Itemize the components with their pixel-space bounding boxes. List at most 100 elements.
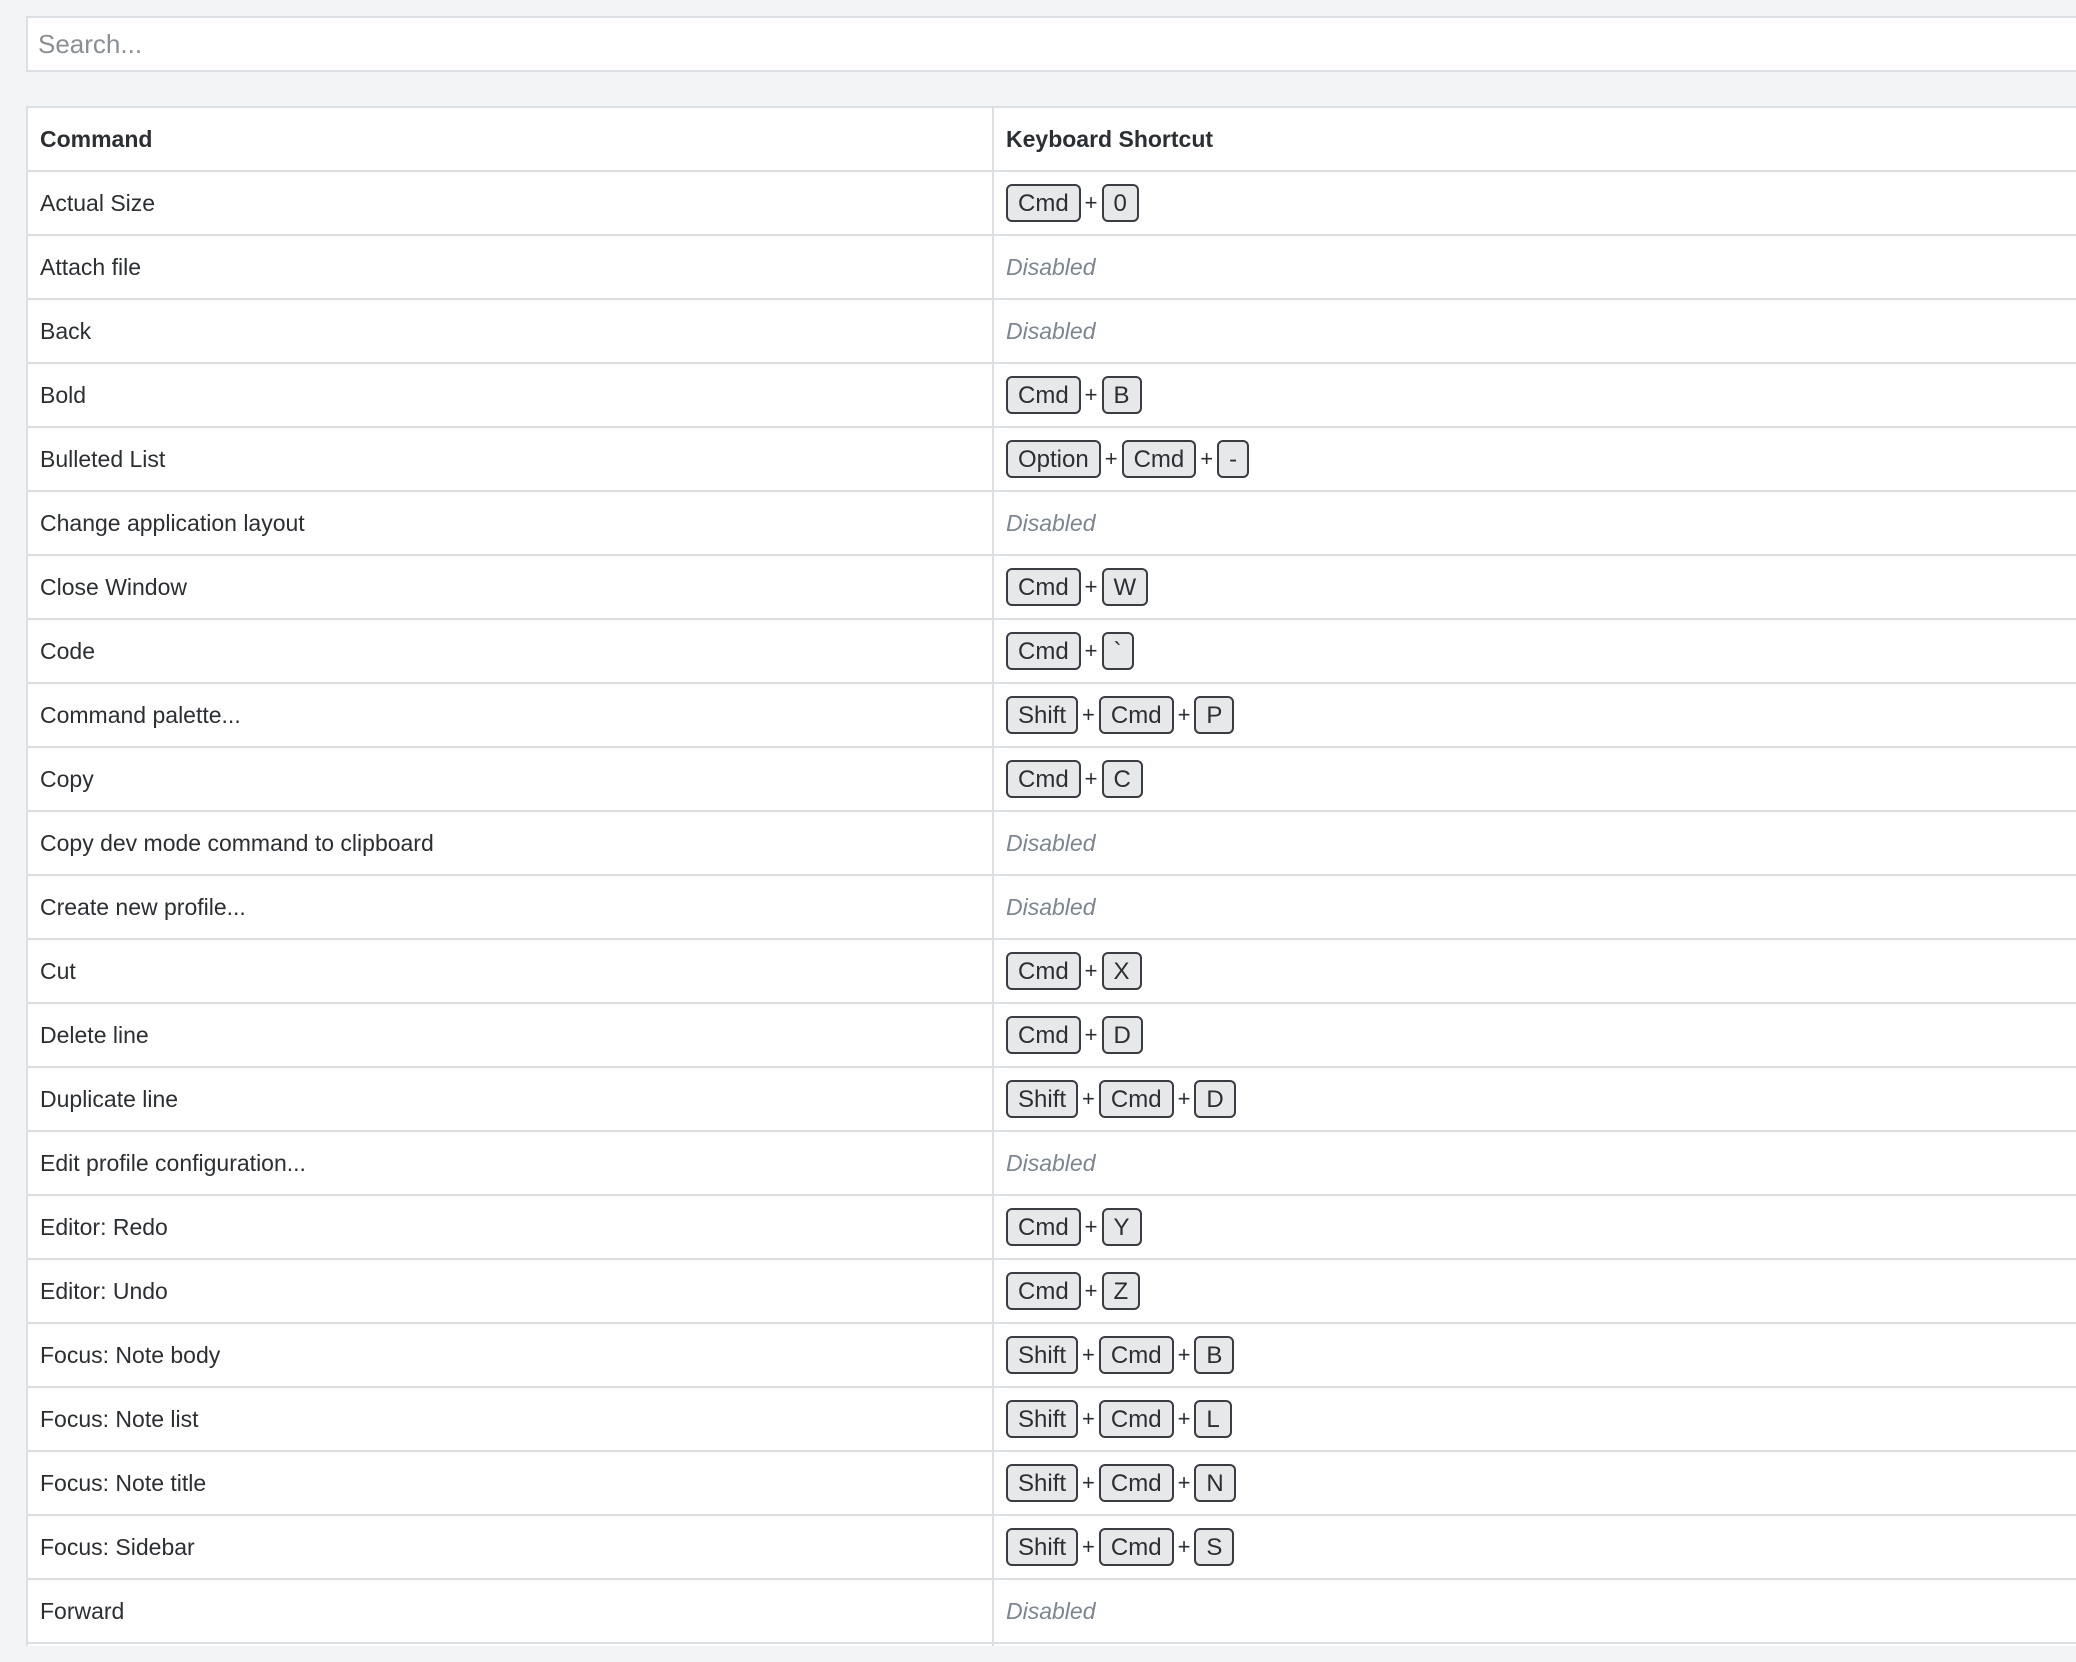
shortcut-cell[interactable]: Shift + Cmd + P <box>992 682 2076 748</box>
table-row[interactable]: Focus: Note list Shift + Cmd + L <box>26 1386 2076 1452</box>
key-cap: Cmd <box>1006 952 1081 990</box>
shortcut-cell[interactable]: Disabled <box>992 810 2076 876</box>
shortcut-cell[interactable]: Cmd + X <box>992 938 2076 1004</box>
plus-separator: + <box>1084 1022 1098 1047</box>
key-cap: X <box>1101 952 1142 990</box>
table-row[interactable]: Code Cmd + ` <box>26 618 2076 684</box>
table-row[interactable]: Forward Disabled <box>26 1578 2076 1644</box>
command-name: Editor: Redo <box>26 1194 994 1260</box>
plus-separator: + <box>1082 1406 1095 1431</box>
key-cap: Cmd <box>1006 1016 1081 1054</box>
shortcut-cell[interactable]: Shift + Cmd + B <box>992 1322 2076 1388</box>
shortcut-cell[interactable]: Disabled <box>992 234 2076 300</box>
key-cap: Cmd <box>1098 696 1174 734</box>
table-row[interactable]: Attach file Disabled <box>26 234 2076 300</box>
shortcut-cell[interactable]: Shift + Cmd + D <box>992 1066 2076 1132</box>
shortcut-keys: Cmd + X <box>1006 952 1142 990</box>
shortcut-keys: Cmd + ` <box>1006 632 1134 670</box>
shortcut-keys: Shift + Cmd + N <box>1006 1464 1236 1502</box>
search-input[interactable] <box>26 16 2076 72</box>
shortcut-cell[interactable]: Cmd + Z <box>992 1258 2076 1324</box>
key-cap: N <box>1194 1464 1236 1502</box>
table-row[interactable]: Bold Cmd + B <box>26 362 2076 428</box>
shortcut-cell[interactable]: Disabled <box>992 490 2076 556</box>
table-row[interactable]: Change application layout Disabled <box>26 490 2076 556</box>
shortcut-cell[interactable]: Shift + Cmd + S <box>992 1514 2076 1580</box>
shortcut-cell[interactable]: Cmd + D <box>992 1002 2076 1068</box>
shortcut-keys: Cmd + D <box>1006 1016 1143 1054</box>
shortcut-column-header: Keyboard Shortcut <box>992 106 2076 172</box>
plus-separator: + <box>1082 1342 1095 1367</box>
plus-separator: + <box>1177 1534 1191 1559</box>
shortcut-cell[interactable]: Option + Cmd + - <box>992 426 2076 492</box>
table-row[interactable]: Back Disabled <box>26 298 2076 364</box>
shortcut-cell[interactable]: Cmd + Y <box>992 1194 2076 1260</box>
table-row[interactable]: Editor: Undo Cmd + Z <box>26 1258 2076 1324</box>
command-name: Attach file <box>26 234 994 300</box>
table-row[interactable]: Create new profile... Disabled <box>26 874 2076 940</box>
command-column-header: Command <box>26 106 994 172</box>
key-cap: Shift <box>1006 1336 1079 1374</box>
plus-separator: + <box>1084 958 1098 983</box>
command-name: Editor: Undo <box>26 1258 994 1324</box>
key-cap: Cmd <box>1098 1400 1174 1438</box>
table-row[interactable] <box>26 1642 2076 1646</box>
key-cap: Shift <box>1006 696 1079 734</box>
table-row[interactable]: Command palette... Shift + Cmd + P <box>26 682 2076 748</box>
shortcut-cell[interactable]: Shift + Cmd + N <box>992 1450 2076 1516</box>
command-name: Close Window <box>26 554 994 620</box>
disabled-label: Disabled <box>1006 253 1096 280</box>
shortcut-cell[interactable]: Cmd + ` <box>992 618 2076 684</box>
key-cap: L <box>1194 1400 1232 1438</box>
table-row[interactable]: Copy dev mode command to clipboard Disabl… <box>26 810 2076 876</box>
key-cap: Cmd <box>1006 1272 1081 1310</box>
command-name: Actual Size <box>26 170 994 236</box>
shortcut-cell[interactable]: Disabled <box>992 298 2076 364</box>
command-name: Focus: Sidebar <box>26 1514 994 1580</box>
shortcut-cell[interactable]: Disabled <box>992 1578 2076 1644</box>
key-cap: B <box>1194 1336 1235 1374</box>
command-name: Edit profile configuration... <box>26 1130 994 1196</box>
table-row[interactable]: Copy Cmd + C <box>26 746 2076 812</box>
key-cap: 0 <box>1101 184 1139 222</box>
command-name: Create new profile... <box>26 874 994 940</box>
command-name: Forward <box>26 1578 994 1644</box>
command-name: Change application layout <box>26 490 994 556</box>
shortcut-cell[interactable]: Shift + Cmd + L <box>992 1386 2076 1452</box>
shortcut-keys: Cmd + Y <box>1006 1208 1142 1246</box>
plus-separator: + <box>1177 1342 1191 1367</box>
shortcut-keys: Shift + Cmd + B <box>1006 1336 1235 1374</box>
table-row[interactable]: Actual Size Cmd +0 <box>26 170 2076 236</box>
table-row[interactable]: Close Window Cmd + W <box>26 554 2076 620</box>
key-cap: Shift <box>1006 1464 1079 1502</box>
command-name: Bold <box>26 362 994 428</box>
shortcut-cell[interactable]: Cmd + C <box>992 746 2076 812</box>
table-row[interactable]: Bulleted List Option + Cmd + - <box>26 426 2076 492</box>
plus-separator: + <box>1084 574 1098 599</box>
shortcut-cell[interactable]: Cmd +0 <box>992 170 2076 236</box>
key-cap: B <box>1101 376 1142 414</box>
table-row[interactable]: Focus: Note body Shift + Cmd + B <box>26 1322 2076 1388</box>
key-cap: C <box>1101 760 1143 798</box>
command-name: Delete line <box>26 1002 994 1068</box>
table-row[interactable]: Editor: Redo Cmd + Y <box>26 1194 2076 1260</box>
shortcut-cell[interactable]: Cmd + W <box>992 554 2076 620</box>
shortcut-cell[interactable]: Cmd + B <box>992 362 2076 428</box>
shortcut-cell[interactable]: Disabled <box>992 1130 2076 1196</box>
command-name: Focus: Note title <box>26 1450 994 1516</box>
table-row[interactable]: Edit profile configuration... Disabled <box>26 1130 2076 1196</box>
plus-separator: + <box>1082 1470 1095 1495</box>
key-cap: Cmd <box>1006 632 1081 670</box>
table-row[interactable]: Cut Cmd + X <box>26 938 2076 1004</box>
table-row[interactable]: Delete line Cmd + D <box>26 1002 2076 1068</box>
key-cap: Cmd <box>1006 568 1081 606</box>
table-body: Actual Size Cmd +0 Attach file Disabled Back D… <box>26 170 2076 1646</box>
plus-separator: + <box>1082 1534 1095 1559</box>
table-row[interactable]: Focus: Sidebar Shift + Cmd + S <box>26 1514 2076 1580</box>
key-cap: W <box>1101 568 1149 606</box>
table-row[interactable]: Focus: Note title Shift + Cmd + N <box>26 1450 2076 1516</box>
shortcut-cell[interactable] <box>992 1642 2076 1646</box>
key-cap: Shift <box>1006 1080 1079 1118</box>
table-row[interactable]: Duplicate line Shift + Cmd + D <box>26 1066 2076 1132</box>
shortcut-cell[interactable]: Disabled <box>992 874 2076 940</box>
